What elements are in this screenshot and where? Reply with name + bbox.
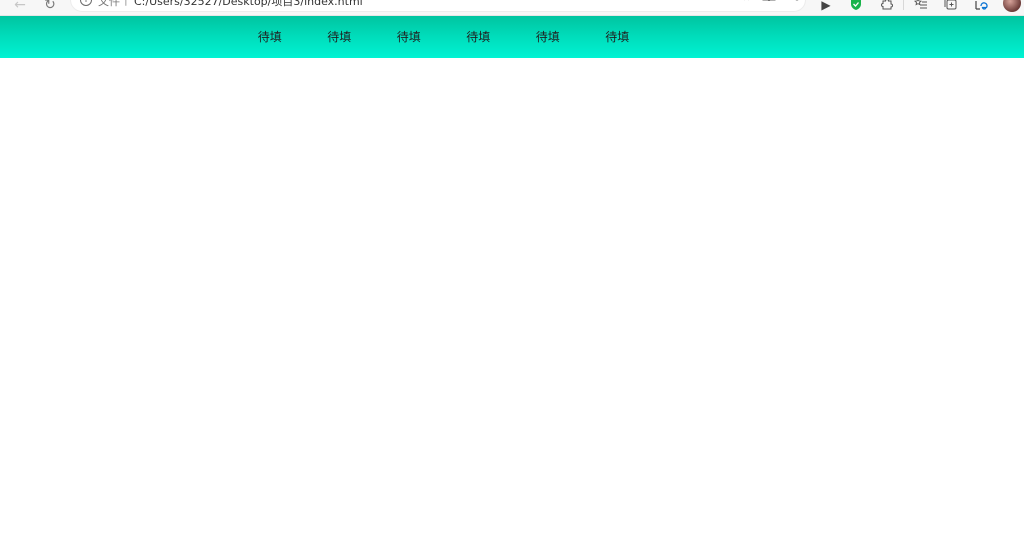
edge-logo-icon[interactable]: [973, 0, 989, 13]
translate-icon[interactable]: [736, 0, 750, 4]
browser-toolbar: ← ↻ i 文件 | C:/Users/32527/Desktop/项目3/in…: [0, 0, 1024, 16]
info-icon[interactable]: i: [80, 0, 92, 6]
nav-item-5[interactable]: 待填: [513, 16, 583, 58]
url-text[interactable]: C:/Users/32527/Desktop/项目3/index.html: [134, 0, 363, 9]
back-arrow-icon[interactable]: ←: [12, 0, 28, 13]
shield-icon[interactable]: [848, 0, 864, 13]
nav-item-1[interactable]: 待填: [235, 16, 305, 58]
nav-item-3[interactable]: 待填: [374, 16, 444, 58]
address-scheme-label: 文件: [98, 0, 120, 8]
nav-item-2[interactable]: 待填: [305, 16, 375, 58]
toolbar-divider: [903, 0, 904, 10]
collections-icon[interactable]: [943, 0, 959, 13]
extension-puzzle-icon[interactable]: [879, 0, 895, 13]
favorites-list-icon[interactable]: [913, 0, 929, 13]
reload-icon[interactable]: ↻: [42, 0, 58, 13]
profile-avatar[interactable]: [1003, 0, 1021, 12]
nav-list: 待填 待填 待填 待填 待填 待填: [235, 16, 652, 58]
page-content-area: [0, 58, 1024, 533]
read-aloud-icon[interactable]: A»: [708, 0, 722, 1]
play-icon[interactable]: ▶: [818, 0, 834, 13]
favorite-star-icon[interactable]: [786, 0, 800, 4]
nav-item-4[interactable]: 待填: [444, 16, 514, 58]
main-nav-bar: 待填 待填 待填 待填 待填 待填: [0, 16, 1024, 58]
address-separator: |: [124, 0, 128, 6]
nav-item-6[interactable]: 待填: [583, 16, 653, 58]
address-bar[interactable]: i 文件 | C:/Users/32527/Desktop/项目3/index.…: [70, 0, 806, 12]
reader-view-icon[interactable]: [762, 0, 776, 4]
